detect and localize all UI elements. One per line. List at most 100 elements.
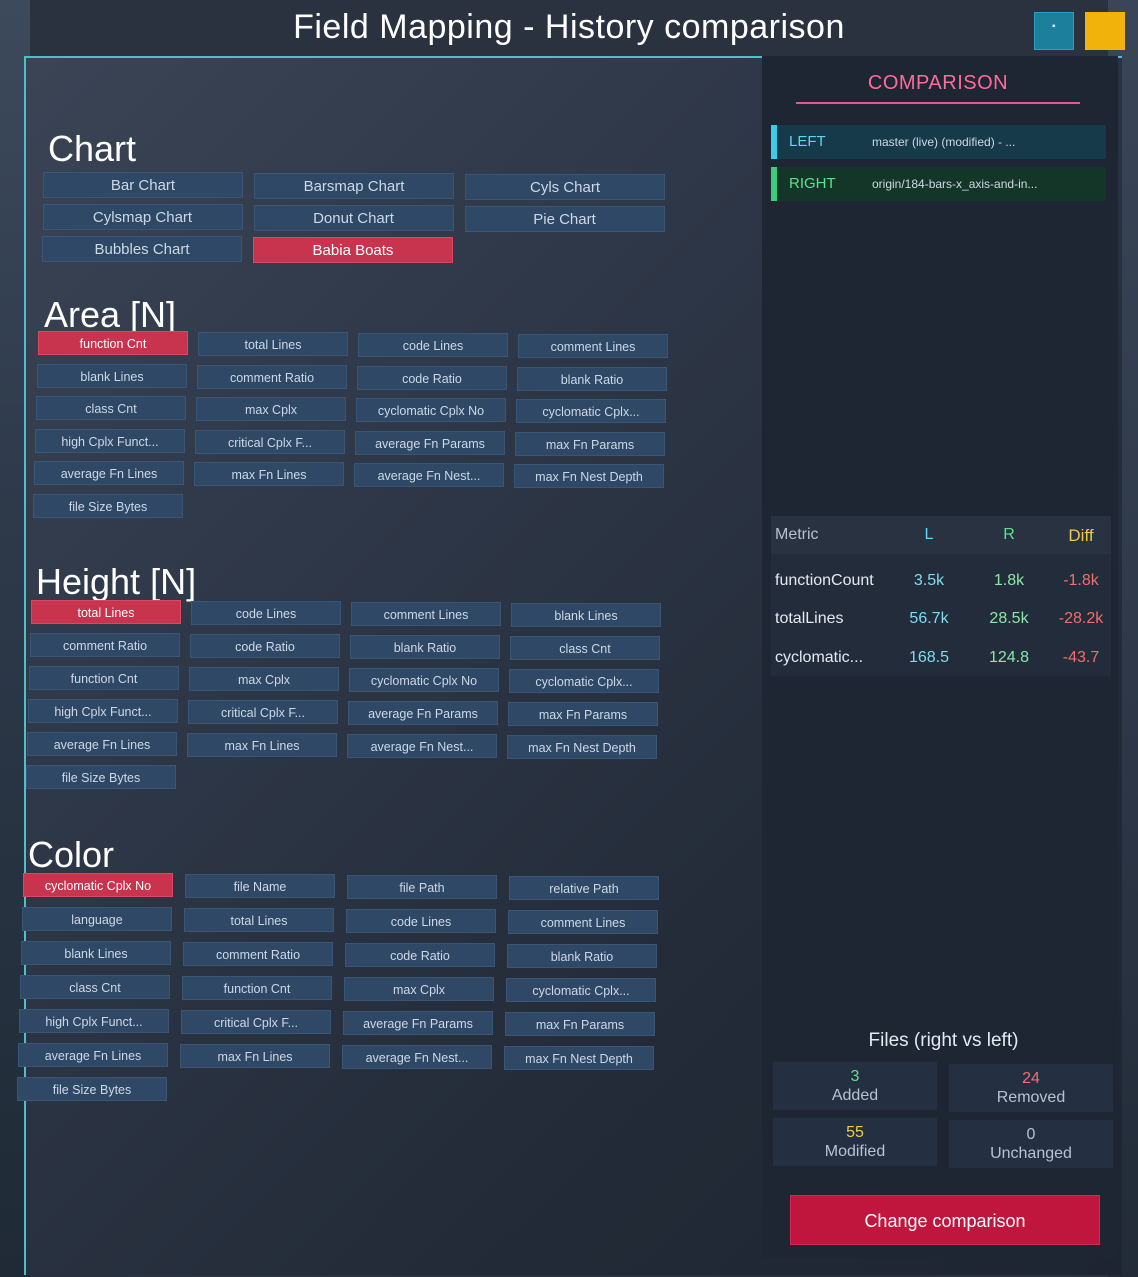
area-option-high-cplx-funct[interactable]: high Cplx Funct... (35, 428, 185, 453)
height-option-max-cplx[interactable]: max Cplx (189, 667, 339, 691)
unchanged-count: 0 (1026, 1126, 1036, 1143)
height-option-blank-lines[interactable]: blank Lines (511, 603, 661, 627)
chart-option-pie-chart[interactable]: Pie Chart (464, 206, 665, 232)
area-option-cyclomatic-cplx[interactable]: cyclomatic Cplx... (516, 399, 666, 423)
chart-option-cyls-chart[interactable]: Cyls Chart (465, 174, 665, 200)
left-ref-row[interactable]: LEFT master (live) (modified) - ... (771, 125, 1106, 159)
area-option-code-ratio[interactable]: code Ratio (357, 365, 507, 390)
height-option-file-size-bytes[interactable]: file Size Bytes (26, 765, 176, 789)
height-option-average-fn-lines[interactable]: average Fn Lines (27, 732, 177, 756)
height-option-max-fn-lines[interactable]: max Fn Lines (187, 733, 337, 757)
chart-option-babia-boats[interactable]: Babia Boats (253, 237, 453, 263)
area-option-max-fn-nest-depth[interactable]: max Fn Nest Depth (514, 464, 664, 488)
window-title: Field Mapping - History comparison (293, 8, 845, 46)
color-option-language[interactable]: language (22, 907, 172, 931)
change-comparison-button[interactable]: Change comparison (790, 1195, 1100, 1245)
left-value: 56.7k (909, 610, 949, 627)
color-option-file-size-bytes[interactable]: file Size Bytes (17, 1077, 167, 1101)
color-option-cyclomatic-cplx[interactable]: cyclomatic Cplx... (506, 978, 656, 1002)
color-option-code-lines[interactable]: code Lines (346, 909, 496, 933)
chart-option-bar-chart[interactable]: Bar Chart (43, 172, 243, 198)
color-option-max-fn-nest-depth[interactable]: max Fn Nest Depth (504, 1046, 654, 1070)
area-option-class-cnt[interactable]: class Cnt (36, 396, 186, 420)
height-section-title: Height [N] (36, 561, 197, 602)
height-option-critical-cplx-f[interactable]: critical Cplx F... (188, 700, 338, 724)
area-option-critical-cplx-f[interactable]: critical Cplx F... (195, 429, 345, 454)
height-option-total-lines[interactable]: total Lines (31, 600, 181, 624)
height-option-blank-ratio[interactable]: blank Ratio (350, 635, 500, 659)
area-option-function-cnt[interactable]: function Cnt (38, 331, 188, 355)
left-value: 168.5 (908, 649, 950, 666)
chart-option-bubbles-chart[interactable]: Bubbles Chart (42, 236, 242, 262)
color-option-average-fn-params[interactable]: average Fn Params (343, 1011, 493, 1035)
area-option-max-fn-params[interactable]: max Fn Params (515, 431, 665, 456)
chart-option-barsmap-chart[interactable]: Barsmap Chart (254, 173, 454, 199)
height-option-max-fn-params[interactable]: max Fn Params (508, 702, 658, 726)
color-option-function-cnt[interactable]: function Cnt (182, 976, 332, 1000)
height-option-function-cnt[interactable]: function Cnt (29, 666, 179, 690)
height-option-average-fn-params[interactable]: average Fn Params (348, 701, 498, 725)
area-option-file-size-bytes[interactable]: file Size Bytes (33, 493, 183, 518)
right-value: 28.5k (989, 610, 1029, 627)
right-ref-row[interactable]: RIGHT origin/184-bars-x_axis-and-in... (771, 167, 1106, 201)
color-option-comment-lines[interactable]: comment Lines (508, 910, 658, 934)
area-option-average-fn-lines[interactable]: average Fn Lines (34, 461, 184, 485)
modified-count: 55 (846, 1124, 864, 1141)
height-option-average-fn-nest[interactable]: average Fn Nest... (347, 734, 497, 758)
area-option-cyclomatic-cplx-no[interactable]: cyclomatic Cplx No (356, 398, 506, 422)
color-option-blank-lines[interactable]: blank Lines (21, 941, 171, 965)
minimize-button[interactable]: ▪ (1034, 12, 1074, 50)
height-option-cyclomatic-cplx-no[interactable]: cyclomatic Cplx No (349, 668, 499, 692)
area-option-blank-ratio[interactable]: blank Ratio (517, 366, 667, 391)
color-option-critical-cplx-f[interactable]: critical Cplx F... (181, 1010, 331, 1034)
removed-count: 24 (1022, 1070, 1040, 1087)
area-section-title: Area [N] (44, 294, 177, 335)
height-option-max-fn-nest-depth[interactable]: max Fn Nest Depth (507, 735, 657, 759)
height-option-code-ratio[interactable]: code Ratio (190, 634, 340, 658)
added-count: 3 (850, 1068, 860, 1085)
color-option-code-ratio[interactable]: code Ratio (345, 943, 495, 967)
color-option-total-lines[interactable]: total Lines (184, 908, 334, 932)
pin-button[interactable] (1085, 12, 1125, 50)
area-option-average-fn-params[interactable]: average Fn Params (355, 430, 505, 455)
height-option-high-cplx-funct[interactable]: high Cplx Funct... (28, 699, 178, 723)
unchanged-card: 0 Unchanged (949, 1120, 1113, 1168)
title-bar: Field Mapping - History comparison ▪ (0, 0, 1138, 58)
color-option-high-cplx-funct[interactable]: high Cplx Funct... (19, 1009, 169, 1033)
area-option-comment-lines[interactable]: comment Lines (518, 334, 668, 358)
chart-option-donut-chart[interactable]: Donut Chart (253, 205, 454, 231)
metric-name: functionCount (775, 572, 874, 589)
table-row: totalLines 56.7k 28.5k -28.2k (771, 600, 1111, 638)
metric-name: totalLines (775, 610, 844, 627)
color-option-max-fn-lines[interactable]: max Fn Lines (180, 1044, 330, 1068)
color-option-max-fn-params[interactable]: max Fn Params (505, 1012, 655, 1036)
modified-label: Modified (824, 1143, 886, 1160)
color-option-file-path[interactable]: file Path (347, 875, 497, 899)
area-option-total-lines[interactable]: total Lines (198, 332, 348, 356)
color-option-comment-ratio[interactable]: comment Ratio (183, 942, 333, 966)
files-title: Files (right vs left) (868, 1030, 1019, 1051)
color-option-blank-ratio[interactable]: blank Ratio (507, 944, 657, 968)
left-header: L (924, 526, 934, 543)
color-option-average-fn-nest[interactable]: average Fn Nest... (342, 1045, 492, 1069)
color-option-max-cplx[interactable]: max Cplx (344, 977, 494, 1001)
chart-option-cylsmap-chart[interactable]: Cylsmap Chart (42, 204, 243, 230)
right-value: 124.8 (988, 649, 1030, 666)
height-option-class-cnt[interactable]: class Cnt (510, 636, 660, 660)
color-option-file-name[interactable]: file Name (185, 874, 335, 898)
color-option-cyclomatic-cplx-no[interactable]: cyclomatic Cplx No (23, 873, 173, 897)
diff-value: -28.2k (1058, 610, 1104, 627)
area-option-code-lines[interactable]: code Lines (358, 333, 508, 357)
area-option-max-cplx[interactable]: max Cplx (196, 397, 346, 421)
area-option-blank-lines[interactable]: blank Lines (37, 363, 187, 388)
color-option-relative-path[interactable]: relative Path (509, 876, 659, 900)
height-option-code-lines[interactable]: code Lines (191, 601, 341, 625)
height-option-comment-ratio[interactable]: comment Ratio (30, 633, 180, 657)
color-option-average-fn-lines[interactable]: average Fn Lines (18, 1043, 168, 1067)
color-option-class-cnt[interactable]: class Cnt (20, 975, 170, 999)
height-option-comment-lines[interactable]: comment Lines (351, 602, 501, 626)
area-option-max-fn-lines[interactable]: max Fn Lines (194, 462, 344, 486)
area-option-comment-ratio[interactable]: comment Ratio (197, 364, 347, 389)
area-option-average-fn-nest[interactable]: average Fn Nest... (354, 463, 504, 487)
height-option-cyclomatic-cplx[interactable]: cyclomatic Cplx... (509, 669, 659, 693)
